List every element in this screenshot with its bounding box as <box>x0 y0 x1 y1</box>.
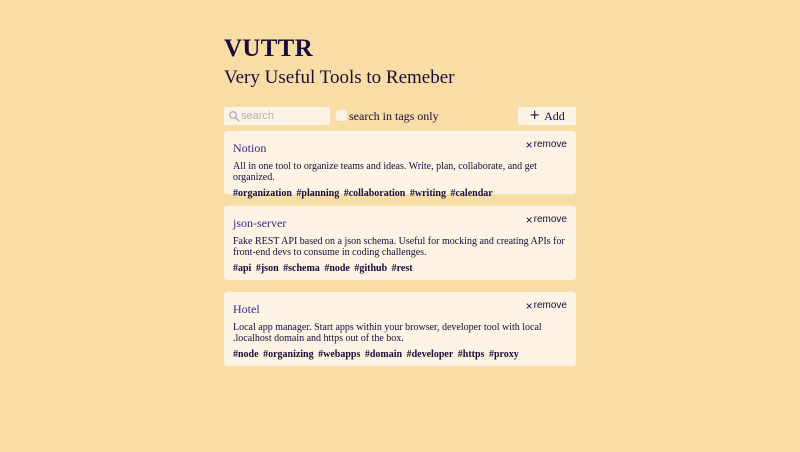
app-subtitle: Very Useful Tools to Remeber <box>224 67 455 88</box>
tool-tags: #node #organizing #webapps #domain #deve… <box>233 349 567 361</box>
tool-card: Notion × remove All in one tool to organ… <box>224 131 576 199</box>
toolbar: search in tags only + Add <box>224 107 576 125</box>
remove-label: remove <box>533 300 567 311</box>
app-title: VUTTR <box>224 35 314 62</box>
tag: #collaboration <box>343 188 406 199</box>
tool-description: Fake REST API based on a json schema. Us… <box>233 236 565 258</box>
tool-title-link[interactable]: json-server <box>233 216 286 231</box>
tag: #organization <box>233 188 292 199</box>
tag: #planning <box>296 188 340 199</box>
remove-label: remove <box>533 139 567 150</box>
tool-tags: #organization #planning #collaboration #… <box>233 188 567 200</box>
tag: #node <box>233 349 259 360</box>
tool-card: json-server × remove Fake REST API based… <box>224 206 576 280</box>
tag: #https <box>457 349 485 360</box>
remove-label: remove <box>533 214 567 225</box>
plus-icon: + <box>529 108 541 123</box>
search-input[interactable] <box>241 107 327 125</box>
search-icon <box>229 111 240 122</box>
tool-description: All in one tool to organize teams and id… <box>233 161 537 183</box>
tag: #writing <box>409 188 446 199</box>
tag: #github <box>354 263 388 274</box>
close-icon: × <box>525 299 533 313</box>
add-tool-button[interactable]: + Add <box>518 107 576 125</box>
tag: #domain <box>364 349 403 360</box>
remove-button[interactable]: × remove <box>526 139 567 151</box>
remove-button[interactable]: × remove <box>526 300 567 312</box>
tag: #organizing <box>263 349 314 360</box>
search-box[interactable] <box>224 107 330 125</box>
add-button-label: Add <box>544 108 565 123</box>
tool-title-link[interactable]: Hotel <box>233 302 260 317</box>
tool-title-link[interactable]: Notion <box>233 141 266 156</box>
close-icon: × <box>525 213 533 227</box>
tool-tags: #api #json #schema #node #github #rest <box>233 263 567 275</box>
tags-only-label[interactable]: search in tags only <box>349 107 439 125</box>
tag: #rest <box>391 263 413 274</box>
tag: #node <box>324 263 350 274</box>
tool-card: Hotel × remove Local app manager. Start … <box>224 292 576 366</box>
remove-button[interactable]: × remove <box>526 214 567 226</box>
tag: #schema <box>283 263 320 274</box>
tag: #webapps <box>318 349 361 360</box>
tag: #proxy <box>488 349 519 360</box>
tag: #api <box>233 263 252 274</box>
tags-only-checkbox[interactable] <box>336 110 347 121</box>
tag: #json <box>255 263 279 274</box>
close-icon: × <box>525 138 533 152</box>
tool-description: Local app manager. Start apps within you… <box>233 322 542 344</box>
page-header: VUTTR Very Useful Tools to Remeber searc… <box>224 34 576 125</box>
tag: #developer <box>406 349 454 360</box>
tag: #calendar <box>450 188 493 199</box>
